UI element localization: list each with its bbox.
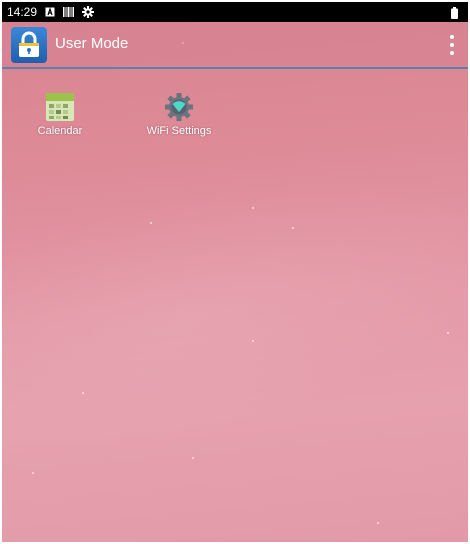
status-bar: 14:29: [2, 2, 468, 22]
barcode-icon: [63, 7, 75, 17]
wallpaper-star: [377, 522, 379, 524]
calendar-icon: [45, 92, 75, 122]
wifi-settings-icon: [164, 92, 194, 122]
app-label: Calendar: [37, 125, 83, 137]
wallpaper-star: [252, 340, 254, 342]
gear-icon: [82, 6, 95, 18]
overflow-dot: [450, 43, 454, 47]
action-bar: User Mode: [2, 22, 468, 69]
overflow-dot: [450, 51, 454, 55]
wallpaper-star: [82, 392, 84, 394]
app-calendar[interactable]: Calendar: [10, 92, 110, 152]
status-time: 14:29: [7, 5, 38, 19]
page-title: User Mode: [55, 35, 129, 52]
wallpaper-star: [447, 332, 449, 334]
wallpaper-star: [150, 222, 152, 224]
app-wifi-settings[interactable]: WiFi Settings: [129, 92, 229, 152]
lock-icon[interactable]: [11, 27, 47, 63]
screen: 14:29 User Mode Calendar WiFi Settings: [2, 2, 468, 542]
wallpaper-glow: [2, 120, 468, 484]
app-label: WiFi Settings: [146, 125, 212, 137]
overflow-dot: [450, 35, 454, 39]
wallpaper-star: [252, 207, 254, 209]
overflow-menu-icon[interactable]: [446, 33, 458, 57]
notification-a-icon: [45, 7, 55, 17]
wallpaper-star: [192, 457, 194, 459]
wallpaper-star: [32, 472, 34, 474]
wallpaper-star: [292, 227, 294, 229]
